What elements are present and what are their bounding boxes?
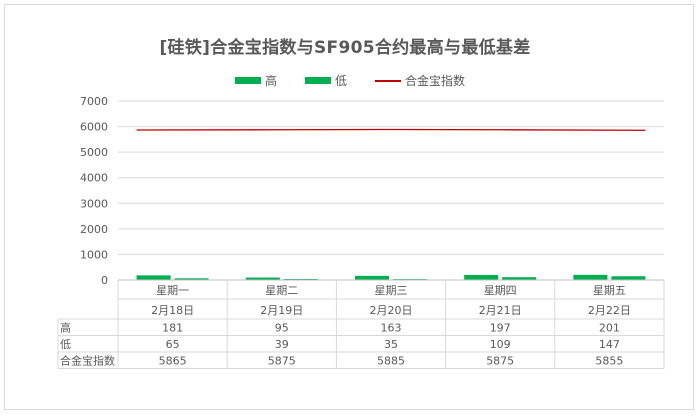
table-cell-1-0: 65 xyxy=(166,338,180,351)
x-date-label-1: 2月19日 xyxy=(260,304,303,317)
bar-low-4 xyxy=(611,276,646,280)
x-category-label-1: 星期二 xyxy=(265,284,298,297)
x-category-label-2: 星期三 xyxy=(375,284,408,297)
chart-plot: 0 1000 2000 3000 4000 5000 6000 7000 星期一 2月18日 星期二… xyxy=(57,95,665,369)
y-tick-label-2000: 2000 xyxy=(80,223,108,236)
line-index xyxy=(136,128,646,131)
table-cell-0-2: 163 xyxy=(381,322,402,335)
x-date-label-4: 2月22日 xyxy=(588,304,631,317)
table-cell-2-1: 5875 xyxy=(268,355,296,368)
bar-high-0 xyxy=(136,275,171,280)
table-row-header-0: 高 xyxy=(60,321,71,335)
table-cell-0-1: 95 xyxy=(275,322,289,335)
x-date-label-0: 2月18日 xyxy=(151,304,194,317)
table-cell-0-4: 201 xyxy=(599,322,620,335)
table-cell-1-2: 35 xyxy=(384,338,398,351)
x-category-label-0: 星期一 xyxy=(156,284,189,297)
table-row-header-2: 合金宝指数 xyxy=(60,354,115,368)
table-cell-0-0: 181 xyxy=(162,322,183,335)
table-cell-0-3: 197 xyxy=(490,322,511,335)
table-row-header-1: 低 xyxy=(60,338,71,351)
x-date-label-2: 2月20日 xyxy=(370,304,413,317)
bar-high-3 xyxy=(464,274,499,280)
x-category-label-4: 星期五 xyxy=(593,284,626,297)
y-tick-label-6000: 6000 xyxy=(80,121,108,134)
bar-high-2 xyxy=(355,275,389,280)
table-cell-1-1: 39 xyxy=(275,338,289,351)
table-cell-2-4: 5855 xyxy=(595,355,623,368)
bar-high-4 xyxy=(573,274,608,280)
y-tick-label-4000: 4000 xyxy=(80,172,108,185)
table-cell-1-4: 147 xyxy=(599,338,620,351)
x-category-label-3: 星期四 xyxy=(484,284,517,297)
y-tick-label-7000: 7000 xyxy=(80,95,108,108)
table-cell-2-2: 5885 xyxy=(377,355,405,368)
y-tick-label-5000: 5000 xyxy=(80,146,108,159)
y-tick-label-1000: 1000 xyxy=(80,248,108,261)
x-date-label-3: 2月21日 xyxy=(479,304,522,317)
y-tick-label-0: 0 xyxy=(101,274,108,287)
table-cell-1-3: 109 xyxy=(490,338,511,351)
table-cell-2-3: 5875 xyxy=(486,355,514,368)
table-cell-2-0: 5865 xyxy=(159,355,187,368)
y-tick-label-3000: 3000 xyxy=(80,197,108,210)
